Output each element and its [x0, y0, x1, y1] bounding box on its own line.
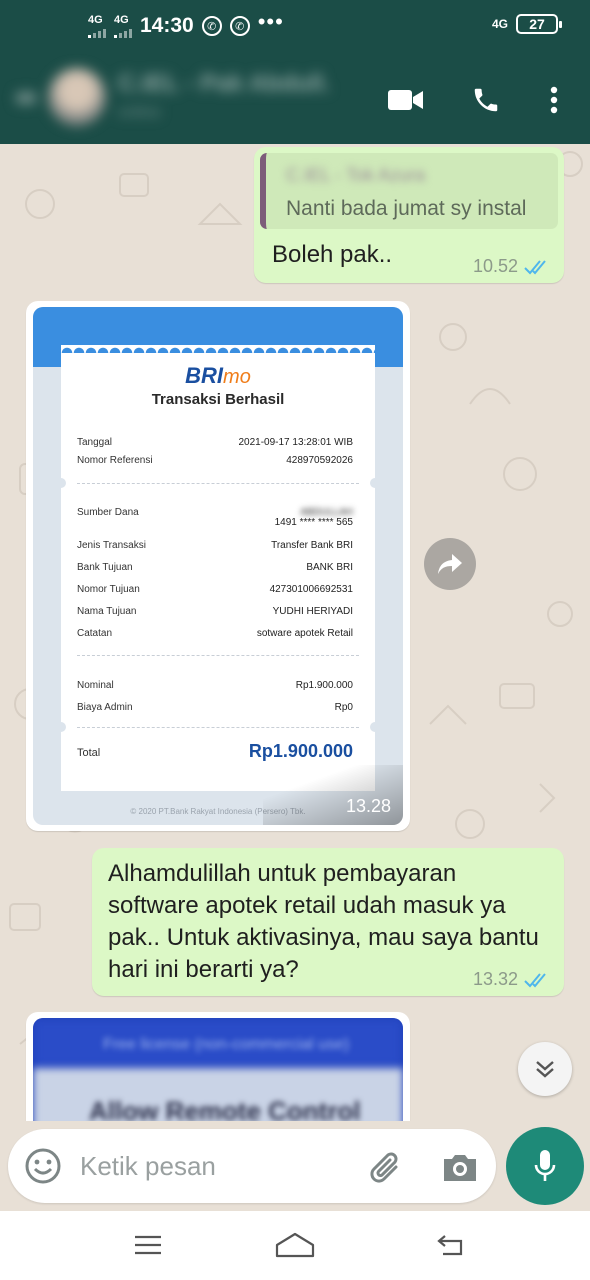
receipt-row: Nomor Referensi 428970592026: [77, 455, 353, 466]
receipt-row: Jenis Transaksi Transfer Bank BRI: [77, 540, 353, 551]
brimo-logo: BRImo: [185, 363, 251, 388]
scroll-to-bottom-button[interactable]: [518, 1042, 572, 1096]
message-time: 13.28: [345, 796, 391, 816]
receipt-title: Transaksi Berhasil: [151, 391, 285, 408]
remote-control-image[interactable]: Free license (non-commercial use) Allow …: [33, 1018, 403, 1121]
network-indicator-2: 4G: [114, 14, 132, 38]
contact-status: online: [118, 104, 161, 121]
message-text: Alhamdulillah untuk pembayaran software …: [108, 860, 539, 983]
message-meta: 10.52: [473, 256, 550, 277]
message-meta: 13.32: [473, 969, 550, 990]
image-preview-text: Allow Remote Control: [89, 1096, 361, 1121]
quoted-sender-name: C.IEL - Tok Azura: [286, 165, 426, 185]
message-bubble-outgoing[interactable]: C.IEL - Tok Azura Nanti bada jumat sy in…: [254, 147, 564, 283]
receipt-row: 1491 **** **** 565: [274, 517, 353, 528]
attach-icon[interactable]: [368, 1147, 408, 1187]
receipt-row: Nomor Tujuan 427301006692531: [77, 584, 353, 595]
receipt-row: Nominal Rp1.900.000: [77, 680, 353, 691]
receipt-row: Bank Tujuan BANK BRI: [77, 562, 353, 573]
read-ticks-icon: [524, 259, 546, 274]
chat-area[interactable]: C.IEL - Tok Azura Nanti bada jumat sy in…: [0, 144, 590, 1121]
phone-icon[interactable]: [466, 80, 506, 120]
contact-info[interactable]: C.IEL - Pak Abdull. online: [6, 64, 376, 132]
network-indicator-1: 4G: [88, 14, 106, 38]
status-bar: 4G 4G 14:30 ✆ ✆ ••• 4G 27: [0, 0, 590, 52]
forward-icon: [438, 554, 462, 574]
message-bubble-outgoing[interactable]: Alhamdulillah untuk pembayaran software …: [92, 848, 564, 996]
camera-icon[interactable]: [440, 1147, 480, 1187]
mic-icon: [534, 1150, 556, 1181]
whatsapp-notification-icon: ✆: [201, 16, 222, 36]
message-composer: Ketik pesan: [0, 1121, 590, 1211]
quoted-text: Nanti bada jumat sy instal: [286, 197, 527, 220]
message-input-container[interactable]: Ketik pesan: [8, 1129, 496, 1203]
receipt-row: Nama Tujuan YUDHI HERIYADI: [77, 606, 353, 617]
emoji-icon[interactable]: [24, 1147, 62, 1185]
voice-message-button[interactable]: [506, 1127, 584, 1205]
message-text: Boleh pak..: [272, 241, 393, 268]
receipt-row: Tanggal 2021-09-17 13:28:01 WIB: [77, 437, 353, 448]
whatsapp-notification-icon: ✆: [229, 16, 250, 36]
battery-indicator: 27: [516, 14, 562, 34]
more-options-icon[interactable]: [534, 80, 574, 120]
receipt-paper: BRImo Transaksi Berhasil Tanggal 2021-09-…: [56, 345, 380, 799]
message-input[interactable]: Ketik pesan: [80, 1151, 216, 1182]
avatar[interactable]: [48, 68, 106, 126]
system-navigation-bar: [0, 1211, 590, 1280]
home-icon[interactable]: [275, 1225, 315, 1265]
message-bubble-incoming-image[interactable]: BRImo Transaksi Berhasil Tanggal 2021-09-…: [26, 301, 410, 831]
receipt-total-label: Total: [77, 747, 101, 759]
chat-header: C.IEL - Pak Abdull. online: [0, 52, 590, 144]
back-arrow-icon[interactable]: [16, 92, 36, 104]
forward-button[interactable]: [424, 538, 476, 590]
menu-icon[interactable]: [128, 1225, 168, 1265]
message-bubble-incoming-image[interactable]: Free license (non-commercial use) Allow …: [26, 1012, 410, 1121]
receipt-row: Catatan sotware apotek Retail: [77, 628, 353, 639]
quoted-message[interactable]: C.IEL - Tok Azura Nanti bada jumat sy in…: [260, 153, 558, 229]
video-call-icon[interactable]: [386, 80, 426, 120]
image-preview-text: Free license (non-commercial use): [103, 1036, 350, 1053]
receipt-total-value: Rp1.900.000: [248, 741, 353, 761]
network-indicator-right: 4G: [491, 17, 508, 31]
message-time: 10.52: [472, 256, 518, 276]
receipt-row: Biaya Admin Rp0: [77, 702, 353, 713]
read-ticks-icon: [524, 972, 546, 987]
message-time: 13.32: [472, 969, 518, 989]
back-icon[interactable]: [430, 1225, 470, 1265]
more-notifications-icon: •••: [257, 9, 284, 34]
clock: 14:30: [140, 14, 194, 37]
double-chevron-down-icon: [536, 1061, 554, 1078]
contact-name: C.IEL - Pak Abdull.: [118, 70, 331, 97]
receipt-image[interactable]: BRImo Transaksi Berhasil Tanggal 2021-09-…: [33, 307, 403, 825]
